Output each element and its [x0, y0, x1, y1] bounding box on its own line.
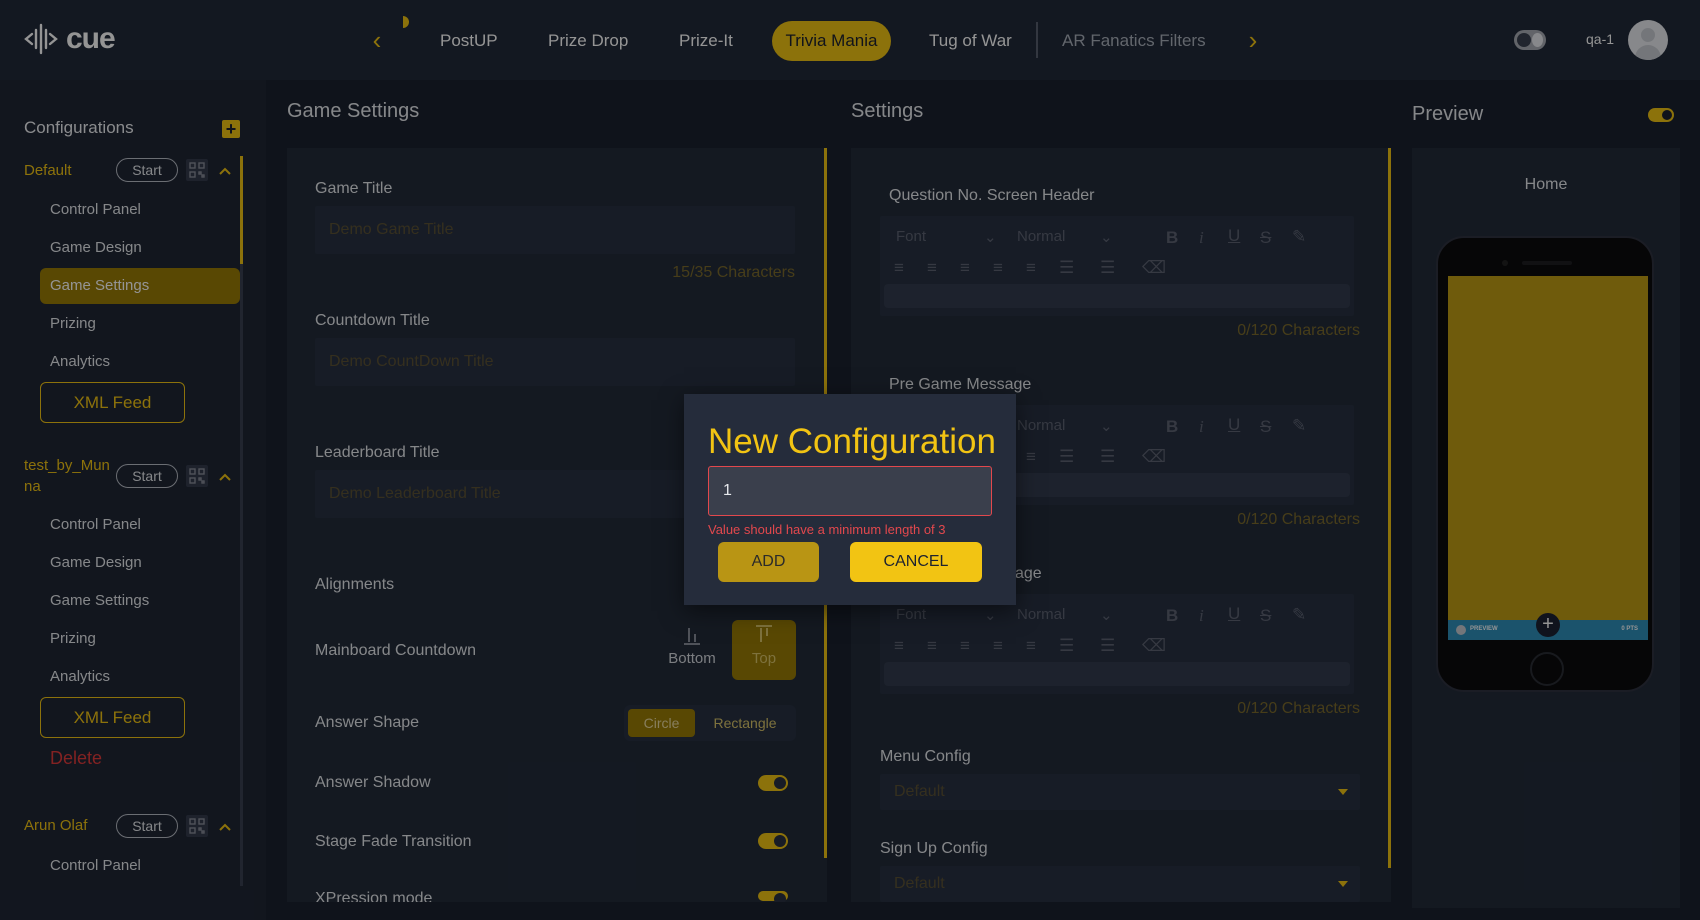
validation-error: Value should have a minimum length of 3	[708, 522, 946, 537]
new-configuration-dialog: New Configuration 1 Value should have a …	[684, 394, 1016, 605]
add-button[interactable]: ADD	[718, 542, 819, 582]
cancel-button[interactable]: CANCEL	[850, 542, 982, 582]
dialog-title: New Configuration	[708, 422, 996, 461]
configuration-name-input[interactable]: 1	[708, 466, 992, 516]
